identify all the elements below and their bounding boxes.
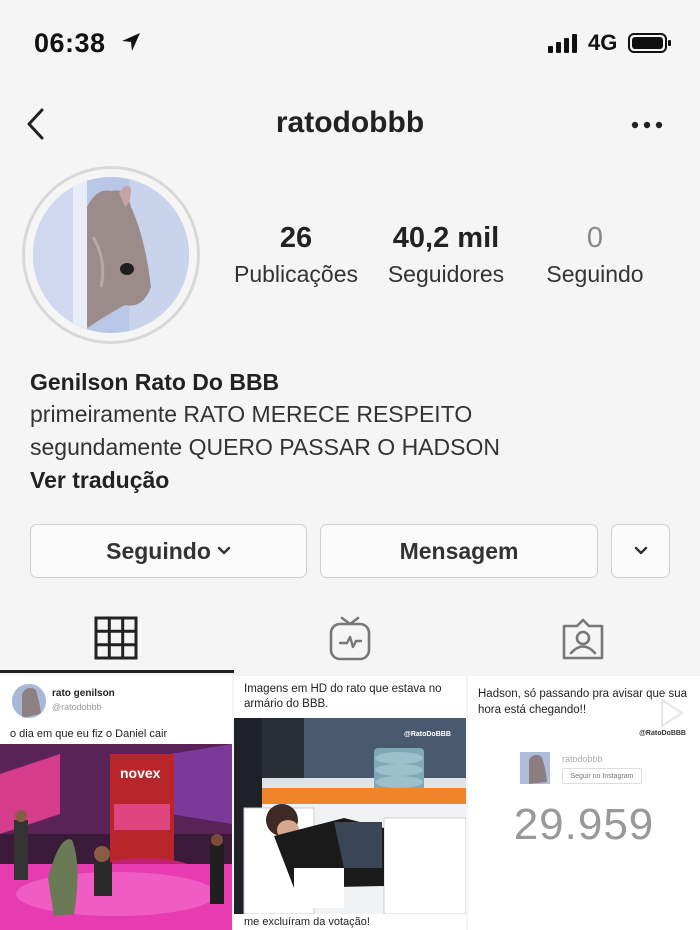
active-tab-indicator — [0, 670, 234, 673]
avatar — [12, 684, 46, 718]
post-caption: Imagens em HD do rato que estava no armá… — [244, 683, 442, 710]
following-button-label: Seguindo — [106, 537, 211, 564]
rat-avatar-image — [33, 177, 189, 333]
more-dots-icon[interactable] — [630, 120, 664, 130]
chevron-down-icon — [634, 546, 647, 555]
following-count-value: 0 — [586, 222, 604, 254]
network-type: 4G — [588, 30, 618, 55]
grid-icon[interactable] — [94, 616, 138, 660]
wardrobe-photo: @RatoDoBBB — [234, 718, 466, 914]
post-thumbnail[interactable]: Hadson, só passando pra avisar que sua h… — [468, 676, 700, 930]
watermark: @RatoDoBBB — [404, 731, 451, 738]
suggested-accounts-button[interactable] — [611, 524, 670, 578]
signal-bars-icon — [548, 34, 577, 53]
post-caption: o dia em que eu fiz o Daniel cair — [10, 728, 168, 740]
instagram-handle: ratodobbb — [562, 754, 603, 764]
profile-bio: Genilson Rato Do BBB primeiramente RATO … — [30, 366, 670, 497]
chevron-down-icon — [217, 546, 231, 555]
see-translation-link[interactable]: Ver tradução — [30, 464, 670, 497]
avatar — [520, 752, 550, 784]
post-thumbnail[interactable]: rato genilson @ratodobbb o dia em que eu… — [0, 676, 232, 930]
tweet-author-name: rato genilson — [52, 688, 115, 699]
bbb-stage-photo: novex — [0, 744, 232, 930]
location-arrow-icon — [122, 33, 140, 51]
bio-line-2: segundamente QUERO PASSAR O HADSON — [30, 434, 500, 460]
post-thumbnail[interactable]: Imagens em HD do rato que estava no armá… — [234, 676, 466, 930]
status-time: 06:38 — [34, 28, 106, 58]
follower-counter: 29.959 — [513, 800, 655, 849]
follow-on-instagram-button: Seguir no Instagram — [562, 768, 642, 784]
tweet-author-handle: @ratodobbb — [52, 702, 102, 712]
following-count[interactable]: 0 Seguindo — [528, 222, 662, 288]
profile-username: ratodobbb — [275, 106, 425, 139]
battery-icon — [628, 33, 671, 53]
tagged-icon[interactable] — [560, 616, 606, 662]
igtv-icon[interactable] — [328, 616, 372, 662]
message-button[interactable]: Mensagem — [320, 524, 598, 578]
post-footer-text: me excluíram da votação! — [244, 916, 370, 928]
status-bar: 06:38 4G — [0, 0, 700, 90]
posts-count-value: 26 — [279, 222, 313, 254]
following-button[interactable]: Seguindo — [30, 524, 307, 578]
posts-count: 26 Publicações — [222, 222, 370, 288]
profile-name: Genilson Rato Do BBB — [30, 369, 280, 395]
play-icon — [661, 698, 684, 728]
posts-count-label: Publicações — [233, 261, 359, 287]
followers-count-label: Seguidores — [387, 261, 505, 287]
profile-avatar[interactable] — [22, 166, 200, 344]
bio-line-1: primeiramente RATO MERECE RESPEITO — [30, 401, 473, 427]
followers-count-value: 40,2 mil — [392, 222, 500, 254]
message-button-label: Mensagem — [399, 537, 519, 564]
watermark: @RatoDoBBB — [639, 730, 686, 737]
stage-sign-text: novex — [120, 765, 161, 781]
following-count-label: Seguindo — [546, 261, 644, 287]
followers-count[interactable]: 40,2 mil Seguidores — [372, 222, 520, 288]
